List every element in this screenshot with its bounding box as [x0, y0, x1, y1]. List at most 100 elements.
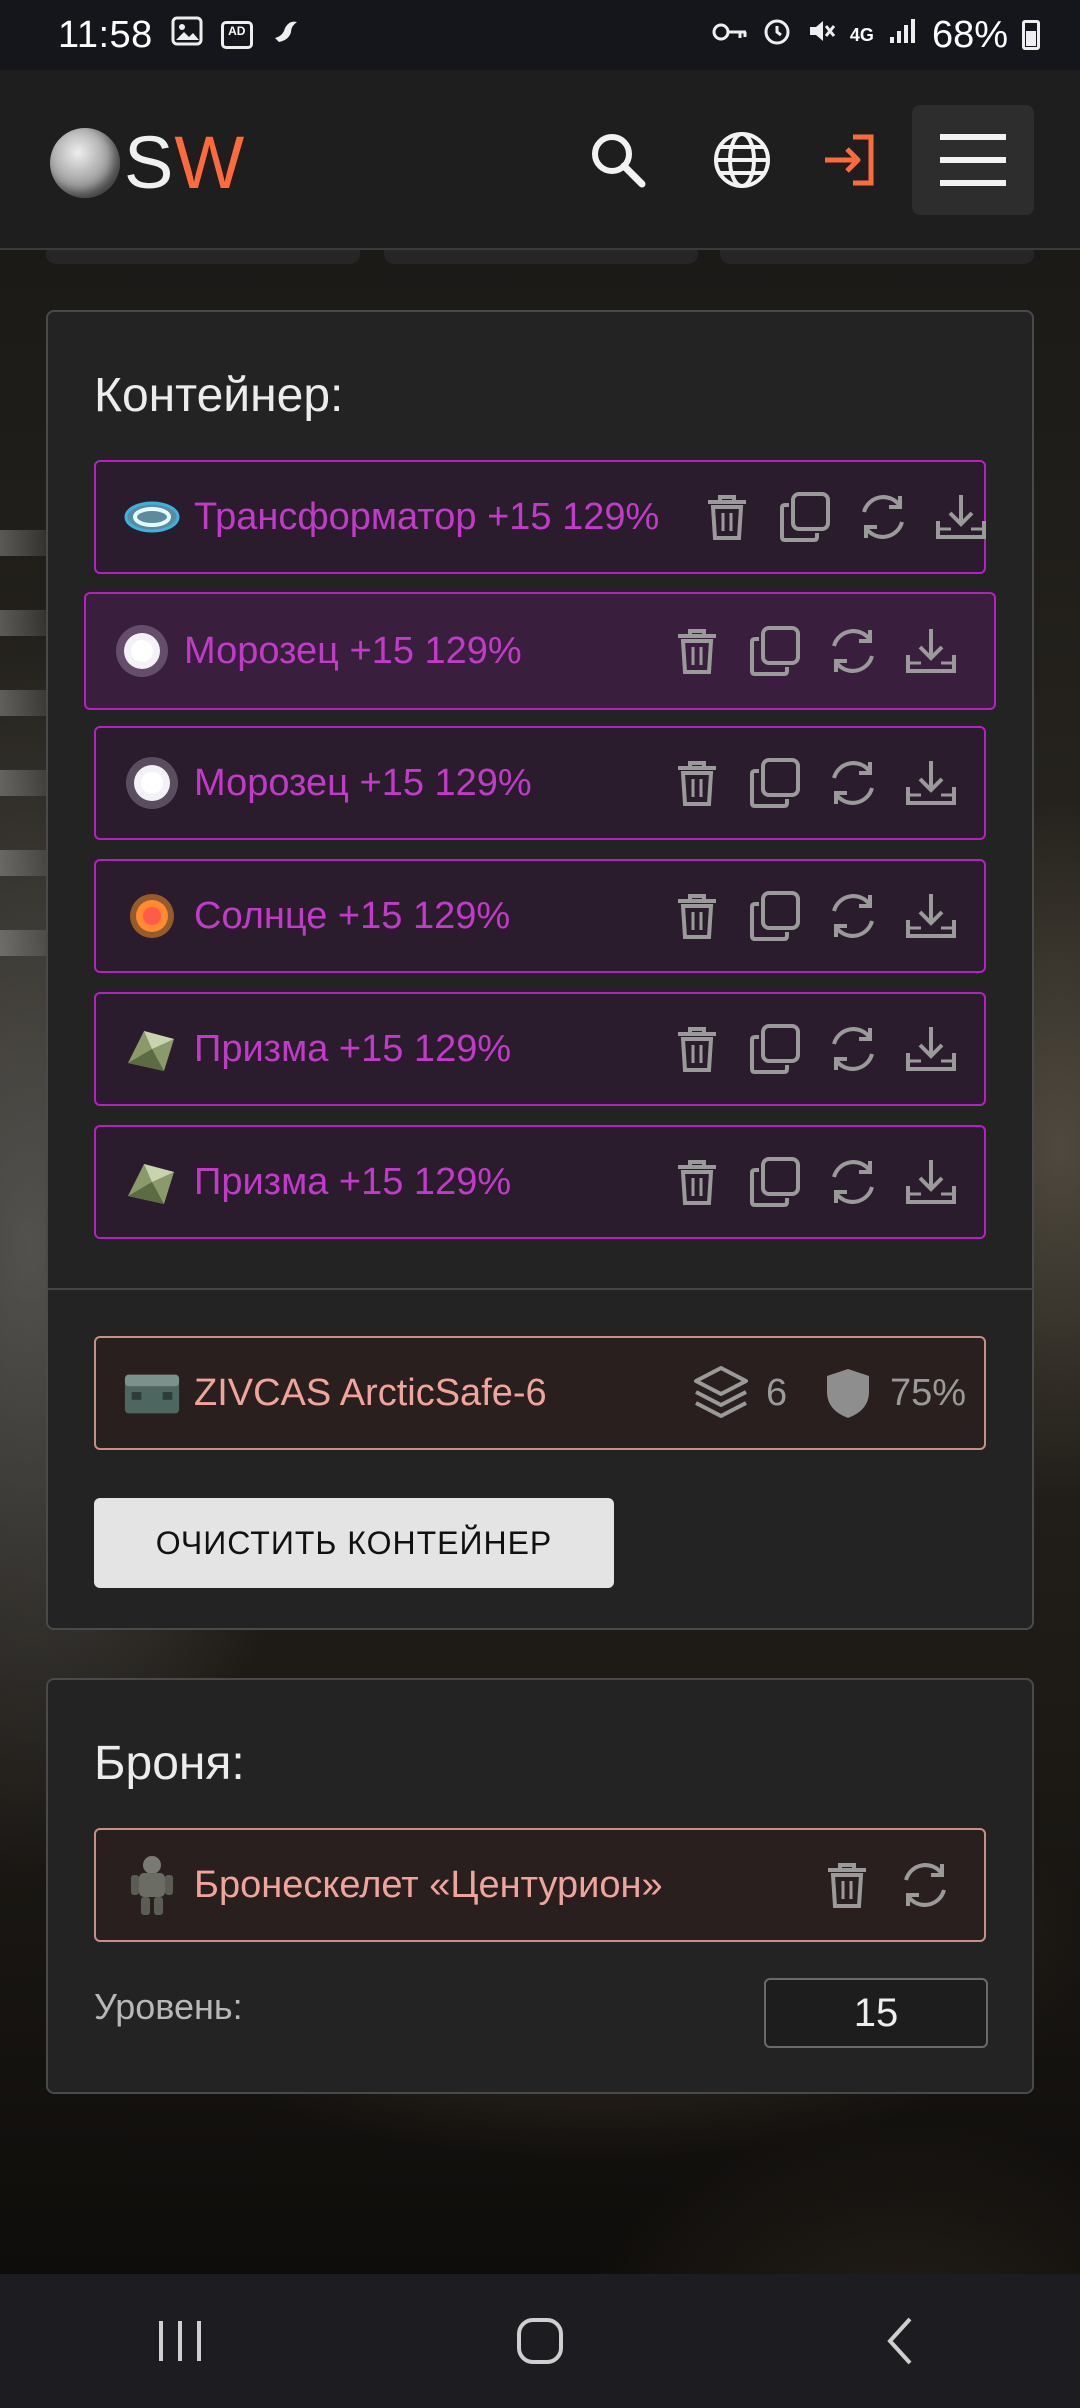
container-item-row[interactable]: ZIVCAS ArcticSafe-6 6 75% — [94, 1336, 986, 1450]
alarm-icon — [762, 16, 792, 54]
logo-letter-w: W — [174, 121, 246, 204]
copy-icon — [750, 891, 800, 941]
login-icon — [825, 134, 874, 186]
replace-button[interactable] — [814, 1010, 892, 1088]
replace-button[interactable] — [844, 478, 922, 556]
level-label: Уровень: — [94, 1986, 243, 2027]
download-icon — [906, 629, 956, 673]
delete-button[interactable] — [658, 1143, 736, 1221]
download-button[interactable] — [892, 612, 970, 690]
site-header: SW — [0, 70, 1080, 250]
refresh-icon — [832, 761, 874, 805]
artifact-row[interactable]: Солнце +15 129% — [94, 859, 986, 973]
trash-icon — [708, 495, 746, 540]
copy-button[interactable] — [736, 744, 814, 822]
container-case-icon — [122, 1363, 182, 1423]
delete-button[interactable] — [658, 744, 736, 822]
replace-button[interactable] — [814, 1143, 892, 1221]
copy-icon — [750, 626, 800, 676]
artifact-name: Морозец +15 129% — [184, 629, 522, 672]
delete-button[interactable] — [808, 1846, 886, 1924]
artifact-row[interactable]: Трансформатор +15 129% — [94, 460, 986, 574]
copy-button[interactable] — [766, 478, 844, 556]
artifact-name: Солнце +15 129% — [194, 894, 511, 937]
delete-button[interactable] — [658, 877, 736, 955]
adblocker-icon: AD — [220, 21, 253, 49]
artifact-name: Трансформатор +15 129% — [194, 495, 660, 538]
copy-button[interactable] — [736, 877, 814, 955]
home-icon — [517, 2318, 563, 2364]
prism-artifact-icon — [122, 1019, 182, 1079]
level-input[interactable] — [764, 1978, 988, 2048]
artifact-name: Призма +15 129% — [194, 1027, 512, 1070]
replace-button[interactable] — [886, 1846, 964, 1924]
replace-button[interactable] — [814, 612, 892, 690]
mute-icon — [806, 16, 836, 54]
recent-apps-button[interactable] — [120, 2291, 240, 2391]
menu-button[interactable] — [912, 105, 1034, 215]
frost-artifact-icon — [122, 753, 182, 813]
exoskeleton-armor-icon — [122, 1855, 182, 1915]
frost-artifact-icon — [112, 621, 172, 681]
download-icon — [936, 495, 986, 539]
back-icon — [887, 2317, 912, 2365]
container-title: Контейнер: — [94, 369, 344, 422]
replace-button[interactable] — [814, 744, 892, 822]
download-button[interactable] — [892, 877, 970, 955]
site-logo[interactable]: SW — [50, 120, 245, 205]
language-button[interactable] — [692, 110, 792, 210]
container-item-name: ZIVCAS ArcticSafe-6 — [194, 1371, 547, 1414]
hamburger-icon — [940, 134, 1006, 186]
armor-title: Броня: — [94, 1737, 245, 1790]
gallery-icon — [171, 16, 203, 54]
copy-button[interactable] — [736, 612, 814, 690]
protection-value: 75% — [890, 1371, 967, 1414]
row-actions — [658, 594, 970, 708]
row-actions — [688, 462, 1000, 572]
copy-button[interactable] — [736, 1010, 814, 1088]
delete-button[interactable] — [688, 478, 766, 556]
status-time: 11:58 — [58, 13, 153, 56]
card-stub — [46, 250, 360, 264]
artifact-row[interactable]: Призма +15 129% — [94, 992, 986, 1106]
battery-percent: 68% — [931, 13, 1008, 56]
login-button[interactable] — [800, 110, 900, 210]
copy-icon — [750, 758, 800, 808]
refresh-icon — [832, 894, 874, 938]
refresh-icon — [832, 629, 874, 673]
battery-icon — [1022, 20, 1040, 50]
copy-button[interactable] — [736, 1143, 814, 1221]
download-button[interactable] — [892, 1010, 970, 1088]
artifact-row[interactable]: Морозец +15 129% — [94, 726, 986, 840]
logo-letter-s: S — [124, 121, 175, 204]
copy-icon — [780, 492, 830, 542]
copy-icon — [750, 1157, 800, 1207]
replace-button[interactable] — [814, 877, 892, 955]
delete-button[interactable] — [658, 612, 736, 690]
armor-card: Броня: Бронескелет «Центурион» Уровень: — [46, 1678, 1034, 2094]
copy-icon — [750, 1024, 800, 1074]
refresh-icon — [832, 1027, 874, 1071]
artifact-row[interactable]: Морозец +15 129% — [84, 592, 996, 710]
download-button[interactable] — [892, 744, 970, 822]
armor-item-row[interactable]: Бронескелет «Центурион» — [94, 1828, 986, 1942]
recents-icon — [159, 2321, 201, 2361]
download-icon — [906, 894, 956, 938]
download-button[interactable] — [922, 478, 1000, 556]
clear-container-button[interactable]: ОЧИСТИТЬ КОНТЕЙНЕР — [94, 1498, 614, 1588]
back-button[interactable] — [840, 2291, 960, 2391]
home-button[interactable] — [480, 2291, 600, 2391]
delete-button[interactable] — [658, 1010, 736, 1088]
trash-icon — [678, 1160, 716, 1205]
prism-artifact-icon — [122, 1152, 182, 1212]
row-actions — [658, 1127, 970, 1237]
artifact-row[interactable]: Призма +15 129% — [94, 1125, 986, 1239]
download-icon — [906, 1160, 956, 1204]
row-actions — [658, 728, 970, 838]
trash-icon — [678, 894, 716, 939]
download-button[interactable] — [892, 1143, 970, 1221]
artifact-name: Призма +15 129% — [194, 1160, 512, 1203]
search-button[interactable] — [568, 110, 668, 210]
container-slots: 6 — [692, 1364, 787, 1422]
globe-icon — [714, 132, 770, 188]
